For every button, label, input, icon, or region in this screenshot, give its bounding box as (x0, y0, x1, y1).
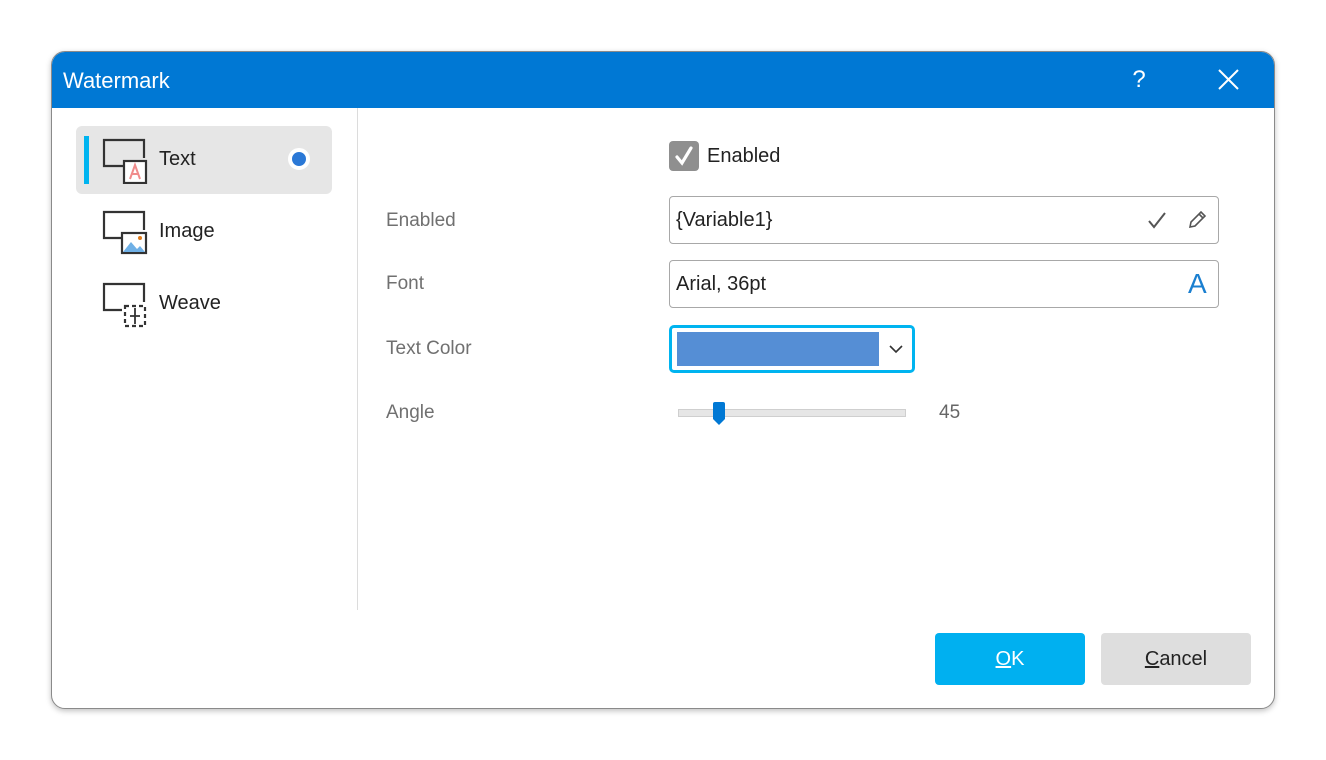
enabled-expression-input[interactable]: {Variable1} (669, 196, 1219, 244)
checkmark-icon (675, 146, 693, 166)
sidebar-item-weave[interactable]: Weave (76, 270, 332, 338)
sidebar-item-label: Weave (159, 292, 221, 314)
ok-mnemonic: O (995, 648, 1012, 670)
sidebar-item-label: Text (159, 148, 196, 170)
enabled-expression-value: {Variable1} (676, 209, 773, 231)
enabled-checkbox-label: Enabled (707, 145, 781, 167)
sidebar-item-image[interactable]: Image (76, 198, 332, 266)
font-input[interactable]: Arial, 36pt A (669, 260, 1219, 308)
active-indicator-bar (84, 136, 89, 184)
text-color-dropdown[interactable] (669, 325, 915, 373)
angle-label: Angle (386, 402, 435, 423)
chevron-down-icon (889, 345, 903, 354)
cancel-mnemonic: C (1144, 648, 1160, 670)
checkbox-box[interactable] (669, 141, 699, 171)
font-value: Arial, 36pt (676, 273, 767, 295)
title-bar: Watermark ? (52, 52, 1274, 108)
ok-button[interactable]: OK (935, 633, 1085, 685)
sidebar-item-label: Image (159, 220, 215, 242)
font-field-label: Font (386, 273, 425, 294)
text-watermark-icon (102, 138, 148, 184)
ok-label-rest: K (1011, 648, 1025, 670)
close-button[interactable] (1212, 64, 1244, 96)
text-watermark-form: Enabled Enabled {Variable1} Font Arial, … (358, 108, 1274, 610)
pencil-icon[interactable] (1186, 209, 1208, 231)
font-icon[interactable]: A (1188, 268, 1207, 300)
dialog-title: Watermark (63, 68, 170, 93)
image-watermark-icon (102, 210, 148, 255)
selected-dot-icon (288, 148, 310, 170)
weave-watermark-icon (102, 282, 147, 328)
angle-slider[interactable] (678, 402, 908, 426)
cancel-label-rest: ancel (1159, 648, 1208, 670)
enabled-field-label: Enabled (386, 210, 456, 231)
cancel-button[interactable]: Cancel (1101, 633, 1251, 685)
text-color-label: Text Color (386, 338, 472, 359)
check-icon[interactable] (1146, 209, 1168, 231)
color-swatch (677, 332, 879, 366)
slider-thumb[interactable] (712, 402, 726, 426)
sidebar-item-text[interactable]: Text (76, 126, 332, 194)
close-icon (1218, 69, 1239, 90)
sidebar: Text Image Weave (52, 108, 358, 610)
watermark-dialog: Watermark ? Text Image Weave Enabled Ena… (51, 51, 1275, 709)
angle-value: 45 (939, 402, 961, 423)
help-button[interactable]: ? (1124, 64, 1154, 96)
